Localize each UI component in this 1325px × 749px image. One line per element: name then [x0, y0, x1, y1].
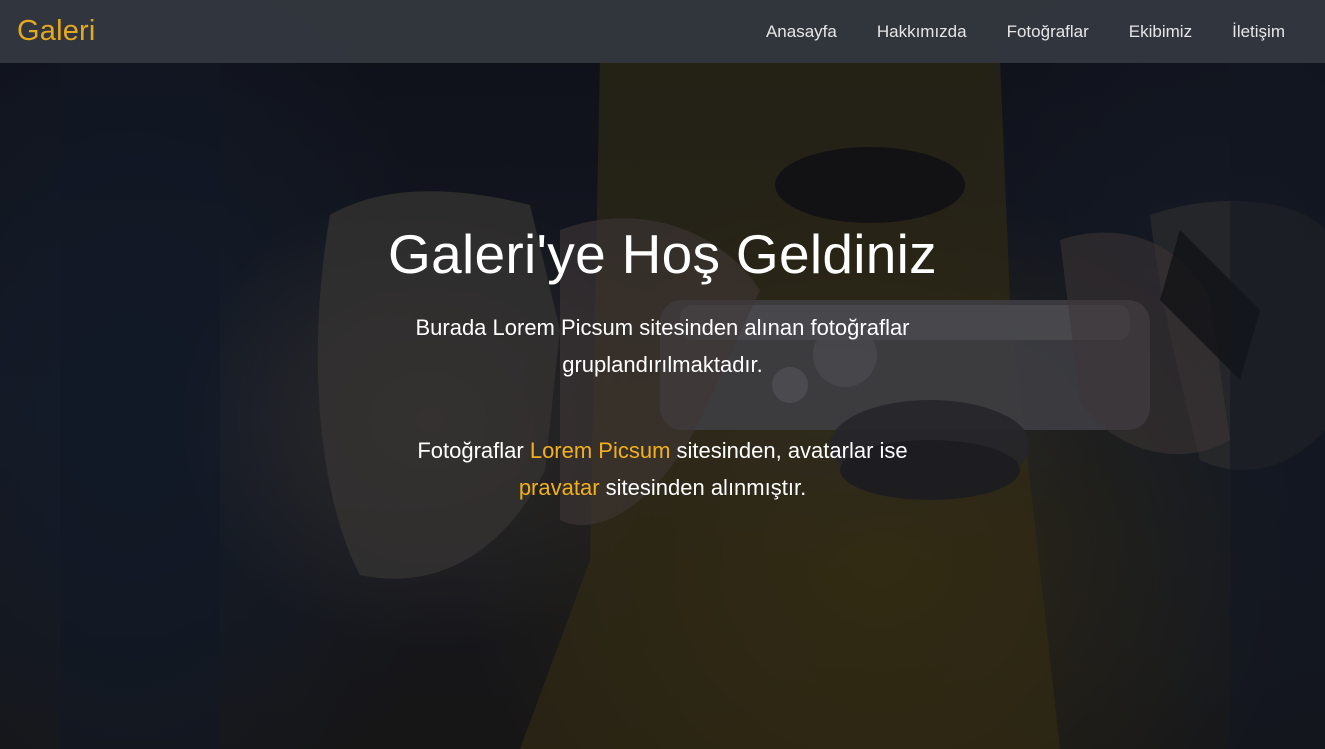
top-navbar: Galeri Anasayfa Hakkımızda Fotoğraflar E…: [0, 0, 1325, 63]
nav-link-hakkimizda[interactable]: Hakkımızda: [857, 0, 987, 63]
hero-lead-text: Burada Lorem Picsum sitesinden alınan fo…: [415, 315, 910, 377]
lorem-picsum-link[interactable]: Lorem Picsum: [530, 438, 671, 463]
credits-middle: sitesinden, avatarlar ise: [670, 438, 908, 463]
hero-content: Galeri'ye Hoş Geldiniz Burada Lorem Pics…: [0, 0, 1325, 749]
nav-link-anasayfa[interactable]: Anasayfa: [746, 0, 857, 63]
brand-logo-link[interactable]: Galeri: [17, 15, 96, 48]
hero-credits-text: Fotoğraflar Lorem Picsum sitesinden, ava…: [385, 432, 940, 506]
credits-suffix: sitesinden alınmıştır.: [599, 475, 807, 500]
nav-links: Anasayfa Hakkımızda Fotoğraflar Ekibimiz…: [746, 0, 1307, 63]
hero-section: Galeri Anasayfa Hakkımızda Fotoğraflar E…: [0, 0, 1325, 749]
hero-title: Galeri'ye Hoş Geldiniz: [388, 223, 937, 285]
pravatar-link[interactable]: pravatar: [519, 475, 600, 500]
nav-link-fotograflar[interactable]: Fotoğraflar: [987, 0, 1109, 63]
nav-link-iletisim[interactable]: İletişim: [1212, 0, 1307, 63]
credits-prefix: Fotoğraflar: [417, 438, 530, 463]
nav-link-ekibimiz[interactable]: Ekibimiz: [1109, 0, 1212, 63]
